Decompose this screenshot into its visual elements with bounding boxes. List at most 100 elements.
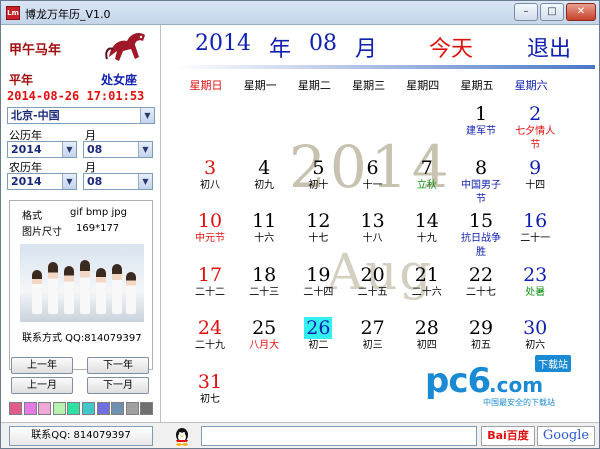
title-bar[interactable]: Lm 博龙万年历_V1.0 – □ ✕ [1,1,599,25]
day-cell[interactable]: 15 抗日战争胜 [458,210,504,258]
logo-brand: pc6 [425,361,491,401]
day-cell[interactable]: 6 十一 [350,157,396,203]
city-select[interactable]: 北京-中国 ▼ [7,107,155,124]
day-cell[interactable]: 19 二十四 [295,264,341,310]
color-swatch[interactable] [111,402,125,415]
weekday-label: 星期五 [460,79,494,92]
next-month-button[interactable]: 下一月 [87,377,149,394]
lunar-or-festival-label: 二十四 [303,286,334,298]
google-search-button[interactable]: Google [537,426,595,446]
lunar-or-festival-label: 二十三 [249,286,280,298]
lunar-year-select[interactable]: 2014 ▼ [7,173,77,190]
day-cell[interactable]: 5 初十 [295,157,341,203]
day-cell[interactable]: 7 立秋 [404,157,450,203]
pc6-logo: pc6 .com 下载站 中国最安全的下载站 [419,351,595,415]
day-number: 22 [468,263,494,286]
day-cell[interactable]: 1 建军节 [458,103,504,149]
color-swatch[interactable] [96,402,110,415]
day-cell[interactable]: 25 八月大 [241,317,287,363]
next-year-button[interactable]: 下一年 [87,357,149,374]
lunar-or-festival-label: 抗日战争胜 [461,233,501,258]
city-value: 北京-中国 [11,109,60,122]
day-cell[interactable]: 22 二十七 [458,264,504,310]
prev-year-button[interactable]: 上一年 [11,357,73,374]
exit-button[interactable]: 退出 [527,31,571,63]
color-swatch[interactable] [140,402,154,415]
day-cell[interactable]: 12 十七 [295,210,341,256]
day-cell[interactable]: 13 十八 [350,210,396,256]
lunar-or-festival-label: 初三 [362,340,383,351]
lunar-or-festival-label: 中元节 [195,233,225,244]
close-button[interactable]: ✕ [566,3,596,21]
lunar-or-festival-label: 十八 [362,233,383,244]
lunar-month-select[interactable]: 08 ▼ [83,173,153,190]
day-number: 29 [468,317,494,339]
maximize-button[interactable]: □ [540,3,564,21]
color-swatch[interactable] [9,402,22,415]
gregorian-year-select[interactable]: 2014 ▼ [7,141,77,158]
qq-contact-button[interactable]: 联系QQ: 814079397 [9,426,153,446]
day-number: 16 [523,210,548,232]
lunar-or-festival-label: 建军节 [466,126,496,137]
bottom-bar: 联系QQ: 814079397 Bai百度 Google [1,422,599,448]
search-input[interactable] [201,426,477,446]
weekday-label: 星期六 [514,79,548,92]
day-cell[interactable]: 21 二十六 [404,264,450,310]
day-cell-today[interactable]: 26 初二 [295,317,341,363]
minimize-button[interactable]: – [514,3,538,21]
lunar-or-festival-label: 二十二 [195,286,225,298]
chevron-down-icon[interactable]: ▼ [138,142,152,157]
day-cell[interactable]: 14 十九 [404,210,450,256]
day-cell[interactable]: 23 处暑 [512,264,558,310]
image-size-value: 169*177 [76,223,120,234]
day-cell[interactable]: 27 初三 [350,317,396,363]
day-cell[interactable]: 8 中国男子节 [458,157,504,205]
lunar-or-festival-label: 初九 [254,179,275,191]
day-cell[interactable]: 3 初八 [187,157,233,203]
baidu-search-button[interactable]: Bai百度 [481,426,535,446]
zodiac-sign: 处女座 [101,73,138,87]
lunar-or-festival-label: 初十 [308,179,329,191]
day-cell[interactable]: 11 十六 [241,210,287,256]
day-cell[interactable]: 9 十四 [512,157,558,203]
day-cell[interactable]: 17 二十二 [187,264,233,310]
day-cell[interactable]: 18 二十三 [241,264,287,310]
chevron-down-icon[interactable]: ▼ [140,108,154,123]
lunar-or-festival-label: 二十七 [466,286,496,298]
google-label: Google [542,428,590,443]
day-cell[interactable]: 10 中元节 [187,210,233,256]
ganzhi-year: 甲午马年 [9,43,62,58]
day-number: 21 [414,263,439,286]
color-swatch[interactable] [82,402,95,415]
logo-dotcom: .com [489,373,544,397]
color-swatch[interactable] [67,402,81,415]
day-cell[interactable]: 24 二十九 [187,317,233,363]
day-cell[interactable]: 31 初七 [187,371,233,417]
color-swatch[interactable] [125,402,139,415]
wallpaper-image[interactable] [20,244,144,322]
lunar-or-festival-label: 立秋 [416,179,437,191]
weekday-label: 星期日 [189,79,223,92]
prev-month-button[interactable]: 上一月 [11,377,73,394]
day-cell[interactable]: 2 七夕情人节 [512,103,558,151]
color-swatch[interactable] [38,402,52,415]
day-number: 17 [197,263,223,286]
qq-penguin-icon[interactable] [173,426,191,446]
day-cell[interactable]: 16 二十一 [512,210,558,256]
weekday-label: 星期二 [297,79,331,92]
gregorian-month-select[interactable]: 08 ▼ [83,141,153,158]
chevron-down-icon[interactable]: ▼ [62,174,76,189]
year-type: 平年 [9,73,34,87]
contact-info: 联系方式 QQ:814079397 [22,333,142,344]
chevron-down-icon[interactable]: ▼ [62,142,76,157]
color-swatch[interactable] [23,402,37,415]
sidebar: 甲午马年 平年 处女座 2014-08-26 17:01:53 北京-中国 ▼ … [1,25,161,422]
day-cell[interactable]: 20 二十五 [350,264,396,310]
chevron-down-icon[interactable]: ▼ [138,174,152,189]
day-number: 14 [414,210,439,232]
app-window: Lm 博龙万年历_V1.0 – □ ✕ 甲午马年 平年 处女座 2014-08-… [0,0,600,449]
day-cell[interactable]: 4 初九 [241,157,287,203]
color-swatch[interactable] [52,402,66,415]
lunar-or-festival-label: 十九 [416,233,437,244]
today-button[interactable]: 今天 [429,31,473,63]
